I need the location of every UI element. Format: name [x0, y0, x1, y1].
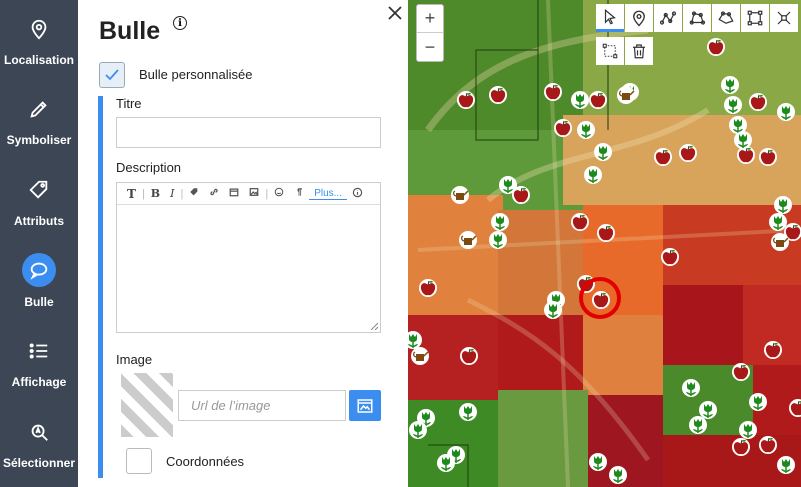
location-pin-icon [23, 13, 55, 45]
text-style-button[interactable]: T [122, 187, 141, 201]
draw-toolbar [596, 4, 801, 68]
select-tool-icon [604, 8, 616, 25]
title-input[interactable] [116, 117, 381, 148]
section-accent-bar [98, 96, 103, 478]
link-icon[interactable] [204, 187, 224, 200]
nav-item-attributs[interactable]: Attributs [0, 161, 78, 241]
close-icon[interactable] [386, 4, 404, 22]
shape-tool-button[interactable] [712, 4, 740, 32]
rectangle-tool-button[interactable] [741, 4, 769, 32]
polygon-tool-button[interactable] [683, 4, 711, 32]
image-placeholder [121, 373, 173, 437]
fit-tool-button[interactable] [770, 4, 798, 32]
delete-tool-button[interactable] [625, 37, 653, 65]
nav-label: Sélectionner [2, 456, 76, 470]
select-icon [23, 416, 55, 448]
editor-toolbar: T | B I | | Plus... [117, 183, 380, 205]
bold-button[interactable]: B [146, 187, 165, 200]
box-select-tool-icon [602, 43, 618, 59]
panel-title: Bulle [99, 17, 161, 45]
speech-bubble-icon [22, 253, 56, 287]
italic-button[interactable]: I [165, 187, 179, 200]
zoom-out-button[interactable]: − [417, 33, 443, 61]
title-label: Titre [116, 96, 142, 111]
left-nav: Localisation Symboliser Attributs Bulle … [0, 0, 78, 487]
nav-label: Bulle [24, 295, 54, 309]
shape-tool-icon [718, 11, 734, 24]
nav-label: Symboliser [6, 133, 72, 147]
map-layer[interactable] [408, 0, 801, 487]
bubble-panel: Bulle i Bulle personnalisée Titre Descri… [78, 0, 408, 487]
custom-bubble-label: Bulle personnalisée [139, 67, 253, 82]
tag-icon[interactable] [184, 187, 204, 200]
line-tool-button[interactable] [654, 4, 682, 32]
nav-item-localisation[interactable]: Localisation [0, 0, 78, 80]
box-select-tool-button[interactable] [596, 37, 624, 65]
info-icon[interactable]: i [173, 16, 187, 30]
nav-label: Attributs [14, 214, 64, 228]
nav-item-selectionner[interactable]: Sélectionner [0, 403, 78, 483]
zoom-in-button[interactable]: + [417, 5, 443, 33]
tag-icon [23, 174, 55, 206]
image-label: Image [116, 352, 153, 367]
nav-item-affichage[interactable]: Affichage [0, 322, 78, 402]
image-gallery-icon [357, 398, 373, 413]
nav-label: Affichage [11, 375, 67, 389]
more-button[interactable]: Plus... [309, 188, 347, 200]
delete-tool-icon [633, 44, 645, 59]
calendar-icon[interactable] [224, 187, 244, 200]
nav-item-bulle[interactable]: Bulle [0, 241, 78, 321]
check-icon [105, 69, 119, 81]
resize-handle-icon[interactable] [370, 322, 378, 330]
rectangle-tool-icon [747, 10, 763, 26]
description-editor[interactable]: T | B I | | Plus... [116, 182, 381, 333]
image-icon[interactable] [244, 187, 264, 200]
marker-tool-button[interactable] [625, 4, 653, 32]
image-picker-button[interactable] [349, 390, 381, 421]
nav-item-symboliser[interactable]: Symboliser [0, 80, 78, 160]
pencil-icon [23, 93, 55, 125]
coords-checkbox[interactable] [126, 448, 152, 474]
coords-label: Coordonnées [166, 454, 245, 469]
description-label: Description [116, 160, 182, 175]
info-icon[interactable] [347, 187, 368, 201]
custom-bubble-checkbox[interactable] [99, 62, 125, 88]
marker-tool-icon [633, 10, 645, 27]
line-tool-icon [659, 11, 677, 25]
zoom-control: + − [416, 4, 444, 62]
fit-tool-icon [777, 11, 791, 25]
map-view[interactable]: + − [408, 0, 801, 487]
nav-label: Localisation [3, 53, 74, 67]
list-icon [23, 335, 55, 367]
select-tool-button[interactable] [596, 4, 624, 32]
polygon-tool-icon [689, 11, 706, 25]
paragraph-icon[interactable] [289, 187, 309, 200]
emoji-icon[interactable] [269, 187, 289, 200]
image-url-input[interactable]: Url de l’image [178, 390, 346, 421]
